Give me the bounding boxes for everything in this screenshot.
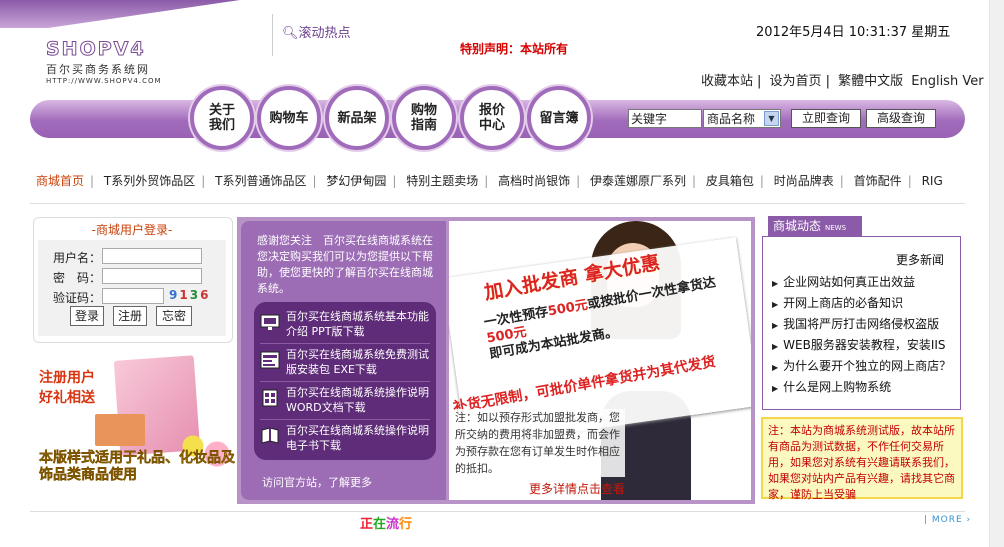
wholesaler-banner[interactable]: 加入批发商 拿大优惠 一次性预存500元或按批价一次性拿货达500元 即可成为本站… xyxy=(449,221,751,500)
top-corner-decoration xyxy=(0,0,240,28)
nav-about-us[interactable]: 关于 我们 xyxy=(190,86,254,150)
category-item[interactable]: RIG xyxy=(922,174,943,188)
username-label: 用户名： xyxy=(53,251,102,265)
top-links: 收藏本站 | 设为首页 | 繁體中文版 English Ver xyxy=(701,74,984,89)
forgot-password-button[interactable]: 忘密 xyxy=(156,306,192,326)
promo-caption: 本版样式适用于礼品、化妆品及饰品类商品使用 xyxy=(39,450,235,483)
promo-title: 注册用户 好礼相送 xyxy=(39,370,95,406)
register-gift-promo[interactable]: 注册用户 好礼相送 本版样式适用于礼品、化妆品及饰品类商品使用 xyxy=(35,352,235,502)
news-item[interactable]: ▶ 为什么要开个独立的网上商店？ xyxy=(772,357,951,374)
news-item[interactable]: ▶ WEB服务器安装教程，安装IIS xyxy=(772,336,946,353)
category-nav: 商城首页 | T系列外贸饰品区 | T系列普通饰品区 | 梦幻伊甸园 | 特别主题卖场 |… xyxy=(36,174,943,188)
category-item[interactable]: 时尚品牌表 xyxy=(774,174,834,188)
trending-section-header xyxy=(30,511,965,538)
login-title: -商城用户登录- xyxy=(91,223,173,237)
news-item[interactable]: ▶ 什么是网上购物系统 xyxy=(772,378,891,395)
search-field-select[interactable]: 商品名称 ▼ xyxy=(703,109,781,128)
divider xyxy=(260,381,430,382)
logo-url: HTTP://WWW.SHOPV4.COM xyxy=(46,77,162,85)
nav-quote-center[interactable]: 报价 中心 xyxy=(460,86,524,150)
intro-text: 感谢您关注 百尔买在线商城系统在您决定购买我们可以为您提供以下帮助，使您更快的了… xyxy=(257,234,433,295)
captcha-image[interactable]: 9136 xyxy=(169,288,210,302)
logo-subtitle: 百尔买商务系统网 xyxy=(46,63,150,76)
password-label: 密 码： xyxy=(53,271,102,285)
download-ppt-link[interactable]: 百尔买在线商城系统基本功能介绍 PPT版下载 xyxy=(260,309,436,345)
visit-official-site-link[interactable]: 访问官方站，了解更多 xyxy=(262,474,372,490)
category-item[interactable]: 梦幻伊甸园 xyxy=(326,174,386,188)
register-button[interactable]: 注册 xyxy=(113,306,147,326)
news-item[interactable]: ▶ 开网上商店的必备知识 xyxy=(772,294,903,311)
category-home[interactable]: 商城首页 xyxy=(36,174,84,188)
trending-title: 正在流行 xyxy=(360,517,413,532)
category-item[interactable]: 特别主题卖场 xyxy=(406,174,478,188)
search-button[interactable]: 立即查询 xyxy=(791,109,861,128)
captcha-input[interactable] xyxy=(102,288,164,304)
captcha-label: 验证码： xyxy=(53,291,102,305)
ebook-icon xyxy=(261,427,279,444)
password-input[interactable] xyxy=(102,268,202,284)
bullet-arrow-icon: ▶ xyxy=(772,384,779,393)
bullet-arrow-icon: ▶ xyxy=(772,363,779,372)
search-icon: 🔍︎ xyxy=(282,26,299,41)
presentation-icon xyxy=(260,314,280,330)
category-item[interactable]: 伊泰莲娜原厂系列 xyxy=(590,174,686,188)
english-version-link[interactable]: English Ver xyxy=(911,74,983,89)
notice-text: 注：本站为商城系统测试版，故本站所有商品为测试数据，不作任何交易所用，如果您对系… xyxy=(768,424,955,501)
category-item[interactable]: T系列外贸饰品区 xyxy=(104,174,195,188)
category-item[interactable]: 皮具箱包 xyxy=(706,174,754,188)
hot-news-text[interactable]: 特别声明：本站所有 xyxy=(460,40,568,57)
hot-news-label: 🔍︎滚动热点 xyxy=(282,26,351,41)
category-item[interactable]: T系列普通饰品区 xyxy=(215,174,306,188)
nav-new-arrivals[interactable]: 新品架 xyxy=(325,86,389,150)
news-item[interactable]: ▶ 我国将严厉打击网络侵权盗版 xyxy=(772,315,939,332)
divider xyxy=(30,203,965,204)
banner-note: 注：如以预存形式加盟批发商，您所交纳的费用将非加盟费，而会作为预存款在您有订单发… xyxy=(455,409,625,477)
login-button[interactable]: 登录 xyxy=(70,306,104,326)
divider xyxy=(260,419,430,420)
traditional-chinese-link[interactable]: 繁體中文版 xyxy=(838,74,903,89)
vertical-scrollbar[interactable] xyxy=(989,0,1004,547)
search-keyword-input[interactable]: 关键字 xyxy=(628,109,702,128)
document-icon xyxy=(262,389,278,407)
category-item[interactable]: 高档时尚银饰 xyxy=(498,174,570,188)
download-exe-link[interactable]: 百尔买在线商城系统免费测试版安装包 EXE下载 xyxy=(260,347,436,383)
banner-more-link[interactable]: 更多详情点击查看 xyxy=(529,480,625,497)
username-input[interactable] xyxy=(102,248,202,264)
more-news-link[interactable]: 更多新闻 xyxy=(896,251,944,268)
news-tab[interactable]: 商城动态 NEWS xyxy=(768,216,862,236)
nav-shopping-guide[interactable]: 购物 指南 xyxy=(392,86,456,150)
advanced-search-button[interactable]: 高级查询 xyxy=(866,109,936,128)
news-item[interactable]: ▶ 企业网站如何真正出效益 xyxy=(772,273,915,290)
current-datetime: 2012年5月4日 10:31:37 星期五 xyxy=(756,25,951,40)
trending-more-link[interactable]: | MORE › xyxy=(924,515,971,525)
set-homepage-link[interactable]: 设为首页 xyxy=(770,74,822,89)
download-word-link[interactable]: 百尔买在线商城系统操作说明 WORD文档下载 xyxy=(260,385,436,421)
gift-box-image xyxy=(95,414,145,446)
bookmark-link[interactable]: 收藏本站 xyxy=(701,74,753,89)
nav-shopping-cart[interactable]: 购物车 xyxy=(257,86,321,150)
installer-icon xyxy=(260,351,280,369)
bullet-arrow-icon: ▶ xyxy=(772,279,779,288)
bullet-arrow-icon: ▶ xyxy=(772,300,779,309)
site-logo[interactable]: SHOPV4 百尔买商务系统网 HTTP://WWW.SHOPV4.COM xyxy=(46,38,162,86)
bullet-arrow-icon: ▶ xyxy=(772,342,779,351)
logo-main-text: SHOPV4 xyxy=(46,38,146,61)
category-item[interactable]: 首饰配件 xyxy=(854,174,902,188)
divider xyxy=(260,343,430,344)
bullet-arrow-icon: ▶ xyxy=(772,321,779,330)
chevron-down-icon: ▼ xyxy=(764,111,779,126)
download-ebook-link[interactable]: 百尔买在线商城系统操作说明 电子书下载 xyxy=(260,423,436,459)
nav-guestbook[interactable]: 留言簿 xyxy=(527,86,591,150)
